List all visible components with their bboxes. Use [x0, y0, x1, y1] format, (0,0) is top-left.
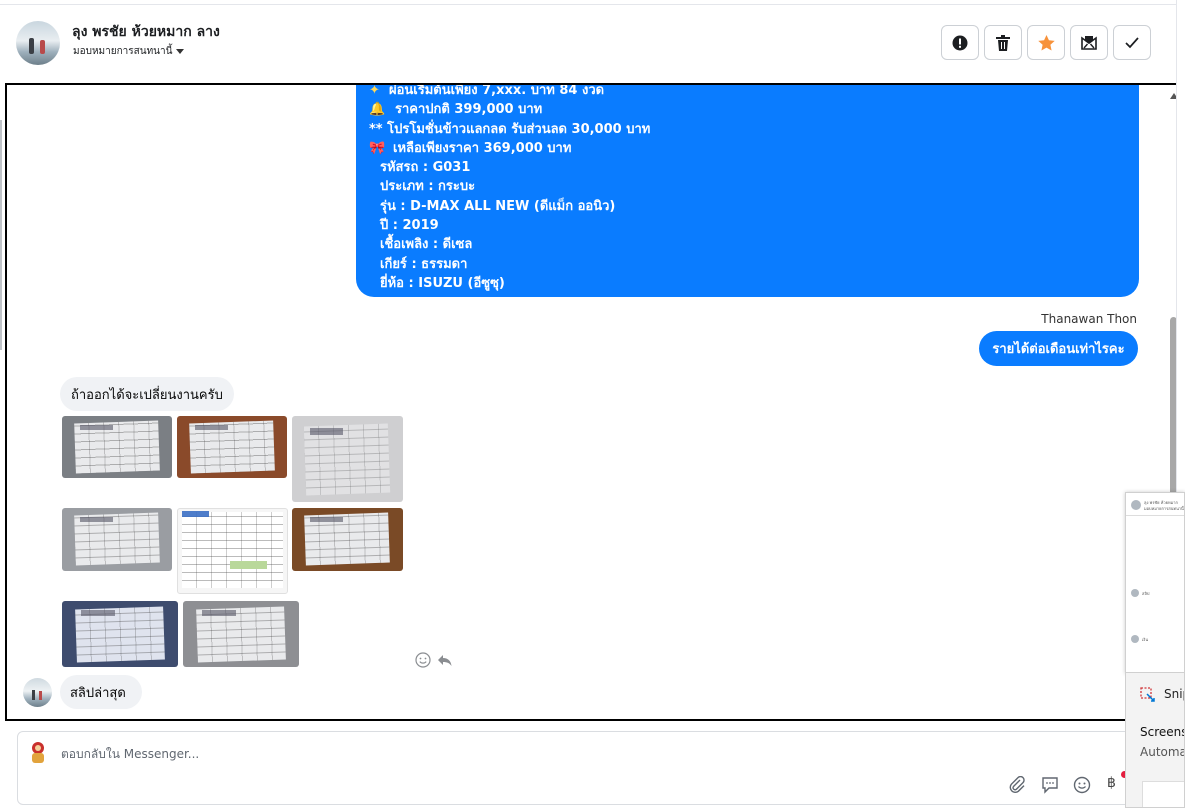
- incoming-message-bubble[interactable]: สลิปล่าสุด: [60, 675, 142, 709]
- done-button[interactable]: [1113, 25, 1151, 60]
- spam-button[interactable]: [941, 25, 979, 60]
- incoming-message-bubble[interactable]: ถ้าออกได้จะเปลี่ยนงานครับ: [60, 377, 234, 411]
- photo-attachment[interactable]: [292, 508, 403, 571]
- photo-attachment[interactable]: [62, 508, 172, 571]
- divider: [0, 4, 1185, 5]
- offer-line: ✦ ผ่อนเริ่มต้นเพียง 7,xxx. บาท 84 งวด: [369, 83, 1139, 100]
- snip-screenshot-thumbnail[interactable]: ลุง พรชัย ห้วยหมาก มอบหมายการสนทนานี้ สล…: [1125, 492, 1185, 674]
- thumb-text: เงิน: [1142, 637, 1149, 642]
- outgoing-offer-bubble[interactable]: ✦ ผ่อนเริ่มต้นเพียง 7,xxx. บาท 84 งวด 🔔 รา…: [356, 83, 1139, 297]
- contact-avatar[interactable]: [16, 21, 60, 65]
- photo-attachment[interactable]: [183, 601, 299, 667]
- archive-button[interactable]: [1070, 25, 1108, 60]
- thumb-avatar: [1131, 500, 1141, 510]
- envelope-x-icon: [1081, 35, 1097, 50]
- sender-name: Thanawan Thon: [1041, 312, 1137, 326]
- payment-button[interactable]: ฿: [1107, 775, 1116, 791]
- snip-notification[interactable]: Snip Screens Automa: [1125, 672, 1185, 808]
- reply-composer: [17, 731, 1137, 805]
- conversation-header: ลุง พรชัย ห้วยหมาก ลาง มอบหมายการสนทนานี…: [0, 0, 1185, 84]
- photo-attachment[interactable]: [177, 508, 288, 594]
- snip-app-name: Snip: [1164, 687, 1184, 701]
- snip-title: Screens: [1140, 725, 1185, 739]
- photo-attachment[interactable]: [62, 416, 172, 478]
- offer-line: เกียร์ : ธรรมดา: [380, 256, 468, 272]
- sparkle-icon: ✦: [369, 83, 380, 98]
- outgoing-message-bubble[interactable]: รายได้ต่อเดือนเท่าไรคะ: [979, 331, 1138, 366]
- left-edge-scrollbar: [0, 120, 2, 350]
- thumb-text: สลิป: [1142, 591, 1150, 596]
- caret-down-icon: [176, 48, 185, 54]
- page-logo-icon: [25, 739, 51, 765]
- bell-icon: 🔔: [369, 102, 386, 118]
- star-button[interactable]: [1027, 25, 1065, 60]
- page-avatar: [25, 739, 51, 765]
- snip-preview[interactable]: [1142, 781, 1184, 807]
- photo-attachment[interactable]: [62, 601, 178, 667]
- snip-subtitle: Automa: [1140, 745, 1185, 759]
- emoji-button[interactable]: [1072, 775, 1092, 795]
- offer-line: ประเภท : กระบะ: [380, 179, 476, 195]
- offer-line: เชื้อเพลิง : ดีเซล: [380, 237, 473, 253]
- offer-line: 🔔 ราคาปกติ 399,000 บาท: [369, 100, 1139, 119]
- offer-line: ปี : 2019: [380, 218, 439, 234]
- exclamation-icon: [952, 35, 968, 50]
- attach-button[interactable]: [1007, 775, 1027, 795]
- thumb-divider: [1126, 515, 1184, 516]
- contact-avatar-small: [23, 678, 52, 707]
- offer-line: รหัสรถ : G031: [380, 160, 471, 176]
- thumb-avatar: [1131, 635, 1139, 643]
- checkmark-icon: [1125, 36, 1139, 48]
- offer-line: ยี่ห้อ : ISUZU (อีซูซุ): [380, 275, 505, 291]
- snip-app-icon: [1140, 687, 1155, 702]
- assign-conversation-dropdown[interactable]: มอบหมายการสนทนานี้: [73, 44, 185, 59]
- thumb-avatar: [1131, 589, 1139, 597]
- offer-line: 🎀 เหลือเพียงราคา 369,000 บาท: [369, 139, 1139, 158]
- assign-label: มอบหมายการสนทนานี้: [73, 46, 173, 57]
- thumb-text: มอบหมายการสนทนานี้: [1144, 506, 1184, 511]
- message-thread: ✦ ผ่อนเริ่มต้นเพียง 7,xxx. บาท 84 งวด 🔔 รา…: [5, 83, 1180, 721]
- saved-replies-button[interactable]: [1040, 775, 1060, 795]
- offer-line: รุ่น : D-MAX ALL NEW (ดีแม็ก ออนิว): [380, 198, 616, 214]
- delete-button[interactable]: [984, 25, 1022, 60]
- contact-name[interactable]: ลุง พรชัย ห้วยหมาก ลาง: [72, 21, 220, 43]
- photo-attachment[interactable]: [177, 416, 287, 478]
- ribbon-icon: 🎀: [369, 140, 386, 156]
- chat-bubble-icon: [1042, 777, 1058, 794]
- star-icon: [1037, 34, 1055, 51]
- message-actions: [415, 652, 453, 668]
- emoji-react-icon[interactable]: [415, 652, 431, 668]
- trash-icon: [996, 34, 1010, 51]
- reply-input[interactable]: [61, 745, 461, 763]
- smiley-icon: [1073, 776, 1091, 794]
- messenger-inbox-window: ลุง พรชัย ห้วยหมาก ลาง มอบหมายการสนทนานี…: [0, 0, 1185, 808]
- reply-icon[interactable]: [437, 652, 453, 668]
- photo-attachment[interactable]: [292, 416, 403, 502]
- offer-line: ** โปรโมชั่นข้าวแลกลด รับส่วนลด 30,000 บ…: [369, 121, 651, 137]
- paperclip-icon: [1009, 776, 1025, 793]
